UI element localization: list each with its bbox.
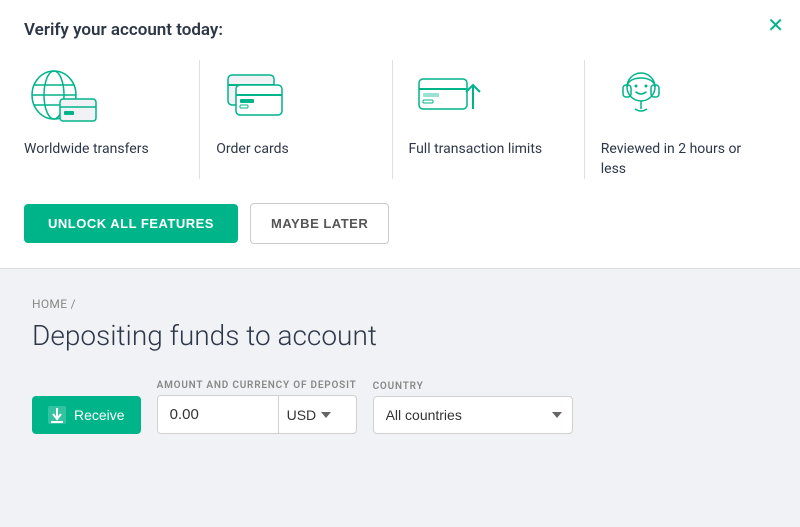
receive-label: Receive bbox=[74, 407, 125, 423]
verify-banner: ✕ Verify your account today: World bbox=[0, 0, 800, 269]
breadcrumb: HOME / bbox=[32, 297, 768, 311]
amount-currency-input: USD EUR GBP AUD bbox=[157, 395, 357, 434]
order-cards-label: Order cards bbox=[216, 140, 288, 160]
amount-input[interactable] bbox=[158, 396, 278, 433]
feature-reviewed: Reviewed in 2 hours or less bbox=[601, 60, 776, 179]
transaction-limits-label: Full transaction limits bbox=[409, 140, 543, 160]
feature-worldwide-transfers: Worldwide transfers bbox=[24, 60, 200, 179]
transaction-limits-icon bbox=[409, 60, 489, 130]
verify-title: Verify your account today: bbox=[24, 20, 776, 40]
country-select[interactable]: All countries United States United Kingd… bbox=[373, 396, 573, 434]
deposit-form-row: Receive AMOUNT AND CURRENCY OF DEPOSIT U… bbox=[32, 380, 768, 434]
feature-transaction-limits: Full transaction limits bbox=[409, 60, 585, 179]
unlock-all-features-button[interactable]: UNLOCK ALL FEATURES bbox=[24, 204, 238, 243]
page-title: Depositing funds to account bbox=[32, 319, 768, 352]
receive-button[interactable]: Receive bbox=[32, 396, 141, 434]
close-button[interactable]: ✕ bbox=[767, 16, 784, 36]
reviewed-icon bbox=[601, 60, 681, 130]
currency-select[interactable]: USD EUR GBP AUD bbox=[278, 396, 337, 433]
worldwide-transfers-label: Worldwide transfers bbox=[24, 140, 149, 160]
country-label: COUNTRY bbox=[373, 381, 573, 392]
reviewed-label: Reviewed in 2 hours or less bbox=[601, 140, 760, 179]
worldwide-transfers-icon bbox=[24, 60, 104, 130]
country-field-group: COUNTRY All countries United States Unit… bbox=[373, 381, 573, 434]
receive-arrow-icon bbox=[48, 406, 66, 424]
features-row: Worldwide transfers Order cards bbox=[24, 60, 776, 179]
order-cards-icon bbox=[216, 60, 296, 130]
feature-order-cards: Order cards bbox=[216, 60, 392, 179]
main-content: HOME / Depositing funds to account Recei… bbox=[0, 269, 800, 527]
amount-label: AMOUNT AND CURRENCY OF DEPOSIT bbox=[157, 380, 357, 391]
amount-field-group: AMOUNT AND CURRENCY OF DEPOSIT USD EUR G… bbox=[157, 380, 357, 434]
actions-row: UNLOCK ALL FEATURES MAYBE LATER bbox=[24, 203, 776, 244]
maybe-later-button[interactable]: MAYBE LATER bbox=[250, 203, 389, 244]
